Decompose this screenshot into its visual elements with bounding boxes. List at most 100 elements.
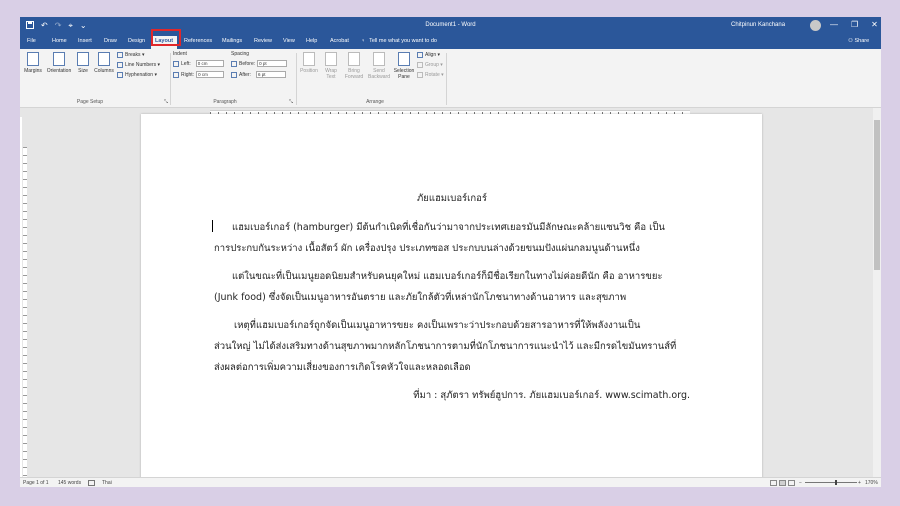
size-button[interactable]: Size — [73, 52, 93, 74]
word-count[interactable]: 145 words — [58, 480, 81, 486]
share-button[interactable]: ⚇ Share — [848, 38, 869, 44]
window-controls: — ❐ ✕ — [830, 20, 878, 29]
paragraph-line[interactable]: แฮมเบอร์เกอร์ (hamburger) มีต้นกำเนิดที่… — [214, 220, 690, 235]
bring-forward-label: Bring Forward — [344, 68, 364, 80]
zoom-in-button[interactable]: + — [858, 480, 861, 486]
wrap-text-icon — [325, 52, 337, 66]
web-layout-icon[interactable] — [788, 480, 795, 486]
maximize-button[interactable]: ❐ — [851, 20, 858, 29]
group-separator — [296, 53, 297, 105]
tab-review[interactable]: Review — [254, 38, 272, 44]
text-cursor — [212, 220, 213, 232]
print-layout-icon[interactable] — [779, 480, 786, 486]
avatar[interactable] — [810, 20, 821, 31]
page-setup-launcher-icon[interactable]: ⤡ — [162, 99, 170, 105]
indent-left-icon — [173, 60, 179, 67]
bring-forward-button[interactable]: Bring Forward — [342, 52, 366, 80]
rotate-label: Rotate ▾ — [425, 72, 444, 78]
page-setup-group-label: Page Setup — [76, 99, 104, 105]
group-separator — [446, 53, 447, 105]
wrap-text-button[interactable]: Wrap Text — [320, 52, 342, 80]
align-button[interactable]: Align ▾ — [417, 52, 440, 58]
source-line[interactable]: ที่มา : สุภัตรา ทรัพย์ฮูปการ. ภัยแฮมเบอร… — [214, 388, 690, 403]
tab-home[interactable]: Home — [52, 38, 67, 44]
indent-right: Right: 0 cm — [173, 71, 225, 78]
tab-references[interactable]: References — [184, 38, 212, 44]
document-page[interactable]: ภัยแฮมเบอร์เกอร์ แฮมเบอร์เกอร์ (hamburge… — [141, 114, 762, 487]
size-icon — [77, 52, 89, 66]
hyphenation-button[interactable]: Hyphenation ▾ — [117, 72, 157, 78]
paragraph-launcher-icon[interactable]: ⤡ — [287, 99, 295, 105]
group-separator — [170, 53, 171, 105]
proofing-icon[interactable] — [88, 480, 95, 487]
indent-right-icon — [173, 71, 179, 78]
orientation-icon — [53, 52, 65, 66]
title-bar: ↶ ↷ ⌖ ⌄ Document1 - Word Chitpinun Kanch… — [20, 17, 881, 35]
send-backward-button[interactable]: Send Backward — [366, 52, 392, 80]
orientation-button[interactable]: Orientation — [45, 52, 73, 74]
tell-me-text: Tell me what you want to do — [369, 38, 437, 44]
minimize-button[interactable]: — — [830, 20, 838, 29]
selection-pane-button[interactable]: Selection Pane — [392, 52, 416, 80]
paragraph-line[interactable]: ส่วนใหญ่ ไม่ได้ส่งเสริมทางด้านสุขภาพมากห… — [214, 339, 690, 354]
indent-left-input[interactable]: 0 cm — [195, 60, 224, 67]
lightbulb-icon: ♀ — [361, 38, 366, 44]
read-mode-icon[interactable] — [770, 480, 777, 486]
paragraph-line[interactable]: การประกบกันระหว่าง เนื้อสัตว์ ผัก เครื่อ… — [214, 241, 690, 256]
orientation-label: Orientation — [46, 68, 72, 74]
send-backward-icon — [373, 52, 385, 66]
paragraph-line[interactable]: ส่งผลต่อการเพิ่มความเสี่ยงของการเกิดโรคห… — [214, 360, 690, 375]
page-count[interactable]: Page 1 of 1 — [23, 480, 49, 486]
tab-view[interactable]: View — [283, 38, 295, 44]
indent-left: Left: 0 cm — [173, 60, 224, 67]
breaks-button[interactable]: Breaks ▾ — [117, 52, 144, 58]
tab-help[interactable]: Help — [306, 38, 317, 44]
user-name[interactable]: Chitpinun Kanchana — [731, 22, 785, 28]
tab-acrobat[interactable]: Acrobat — [330, 38, 349, 44]
zoom-out-button[interactable]: − — [799, 480, 802, 486]
zoom-slider-knob[interactable] — [835, 480, 837, 485]
group-button[interactable]: Group ▾ — [417, 62, 443, 68]
paragraph-line[interactable]: (Junk food) ซึ่งจัดเป็นเมนูอาหารอันตราย … — [214, 290, 690, 305]
tab-design[interactable]: Design — [128, 38, 145, 44]
position-button[interactable]: Position — [298, 52, 320, 74]
columns-button[interactable]: Columns — [92, 52, 116, 74]
paragraph-group-label: Paragraph — [213, 99, 237, 105]
zoom-slider[interactable] — [805, 482, 857, 483]
share-label: Share — [854, 38, 870, 44]
spacing-before: Before: 0 pt — [231, 60, 288, 67]
tell-me-box[interactable]: ♀ Tell me what you want to do — [361, 38, 437, 44]
hyphenation-label: Hyphenation ▾ — [125, 72, 157, 78]
line-numbers-label: Line Numbers ▾ — [125, 62, 161, 68]
tab-mailings[interactable]: Mailings — [222, 38, 242, 44]
paragraph-line[interactable]: เหตุที่แฮมเบอร์เกอร์ถูกจัดเป็นเมนูอาหารข… — [214, 318, 690, 333]
spacing-before-label: Before: — [239, 60, 256, 67]
spacing-before-icon — [231, 60, 237, 67]
margins-button[interactable]: Margins — [22, 52, 44, 74]
indent-right-input[interactable]: 0 cm — [196, 71, 225, 78]
document-heading[interactable]: ภัยแฮมเบอร์เกอร์ — [214, 191, 690, 206]
vertical-scrollbar[interactable] — [873, 108, 881, 477]
scrollbar-thumb[interactable] — [874, 120, 880, 270]
spacing-before-input[interactable]: 0 pt — [257, 60, 288, 67]
spacing-after-input[interactable]: 6 pt — [255, 71, 286, 78]
rotate-button[interactable]: Rotate ▾ — [417, 72, 444, 78]
ribbon-tabs: File Home Insert Draw Design Layout Refe… — [20, 35, 881, 49]
zoom-level[interactable]: 170% — [865, 480, 878, 486]
position-label: Position — [300, 68, 318, 74]
language[interactable]: Thai — [102, 480, 112, 486]
align-label: Align ▾ — [425, 52, 441, 58]
breaks-label: Breaks ▾ — [125, 52, 145, 58]
tab-file[interactable]: File — [27, 38, 36, 44]
columns-label: Columns — [94, 68, 114, 74]
vertical-ruler[interactable] — [22, 117, 28, 477]
line-numbers-button[interactable]: Line Numbers ▾ — [117, 62, 160, 68]
paragraph-line[interactable]: แต่ในขณะที่เป็นเมนูยอดนิยมสำหรับคนยุคใหม… — [214, 269, 690, 284]
person-icon: ⚇ — [848, 38, 853, 44]
tab-draw[interactable]: Draw — [104, 38, 117, 44]
indent-right-label: Right: — [181, 71, 195, 78]
ribbon-layout: Margins Orientation Size Columns Breaks … — [20, 49, 881, 108]
size-label: Size — [78, 68, 88, 74]
tab-insert[interactable]: Insert — [78, 38, 92, 44]
close-button[interactable]: ✕ — [871, 20, 878, 29]
